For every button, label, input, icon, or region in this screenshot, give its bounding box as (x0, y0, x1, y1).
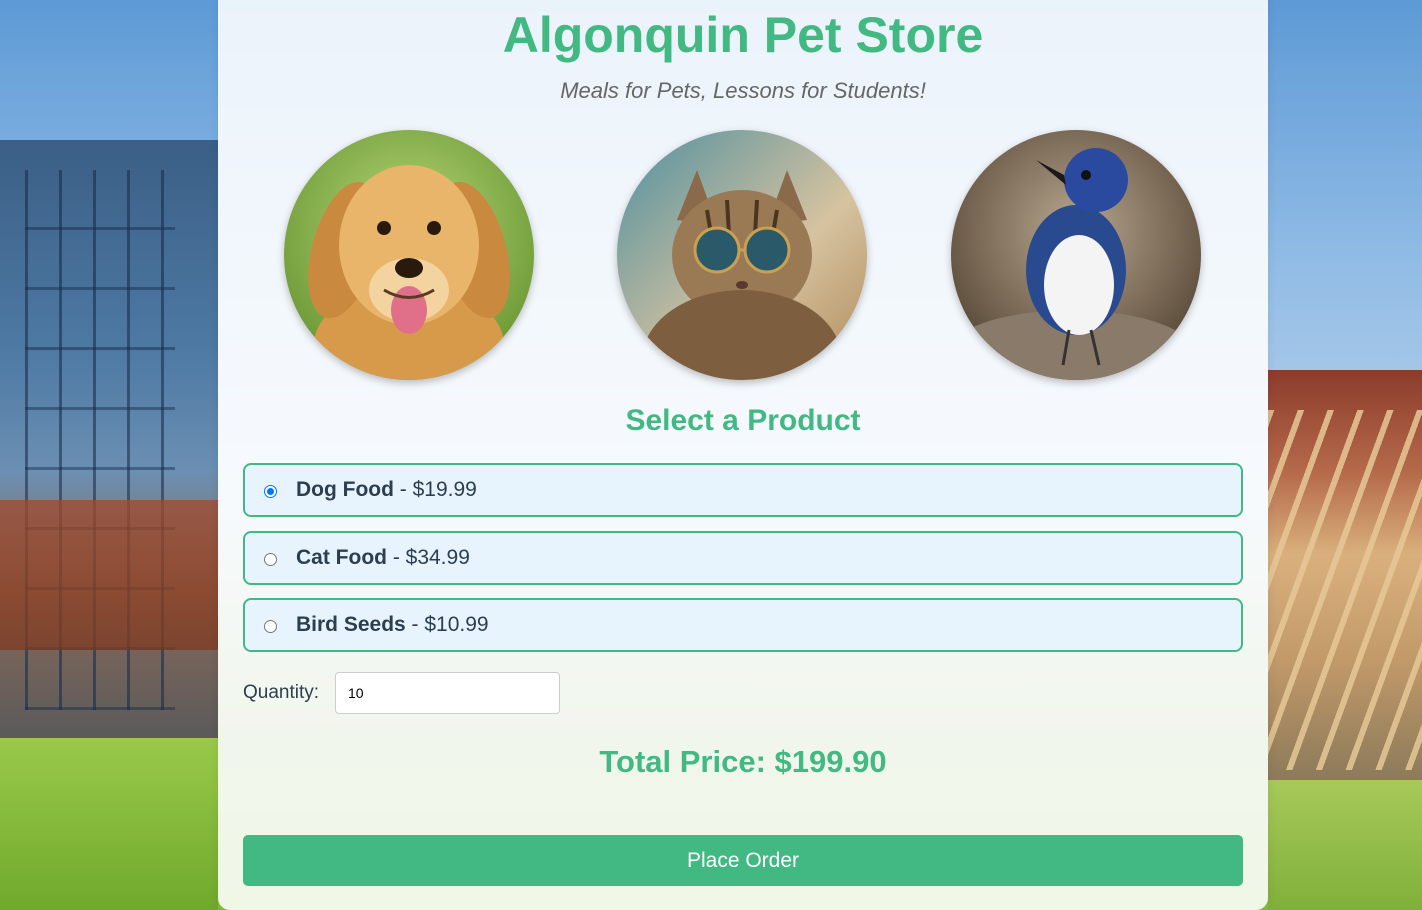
quantity-input[interactable] (335, 672, 560, 714)
store-card: Algonquin Pet Store Meals for Pets, Less… (218, 0, 1268, 910)
product-option-bird-seeds[interactable]: Bird Seeds - $10.99 (243, 598, 1243, 652)
select-product-heading: Select a Product (625, 404, 861, 437)
product-option-label: Bird Seeds - $10.99 (296, 613, 489, 637)
product-option-label: Cat Food - $34.99 (296, 546, 470, 570)
cat-food-radio[interactable] (264, 553, 277, 566)
product-option-label: Dog Food - $19.99 (296, 478, 477, 502)
product-name: Bird Seeds (296, 613, 406, 636)
product-price: - $34.99 (386, 546, 470, 569)
total-price: Total Price: $199.90 (599, 744, 887, 779)
bird-seeds-radio[interactable] (264, 620, 277, 633)
dog-photo (284, 130, 534, 380)
background-lawn-right (1268, 780, 1422, 910)
product-name: Cat Food (296, 546, 387, 569)
background-structure-right (1268, 370, 1422, 780)
background-lawn-left (0, 738, 218, 910)
bird-photo (951, 130, 1201, 380)
quantity-label: Quantity: (243, 682, 320, 703)
product-price: - $19.99 (393, 478, 477, 501)
product-option-dog-food[interactable]: Dog Food - $19.99 (243, 463, 1243, 517)
place-order-button[interactable]: Place Order (243, 835, 1243, 886)
page-title: Algonquin Pet Store (502, 7, 984, 63)
cat-photo (617, 130, 867, 380)
page-subtitle: Meals for Pets, Lessons for Students! (560, 78, 926, 103)
background-building-left (0, 140, 218, 740)
dog-food-radio[interactable] (264, 485, 277, 498)
product-price: - $10.99 (405, 613, 489, 636)
product-option-cat-food[interactable]: Cat Food - $34.99 (243, 531, 1243, 585)
product-name: Dog Food (296, 478, 394, 501)
